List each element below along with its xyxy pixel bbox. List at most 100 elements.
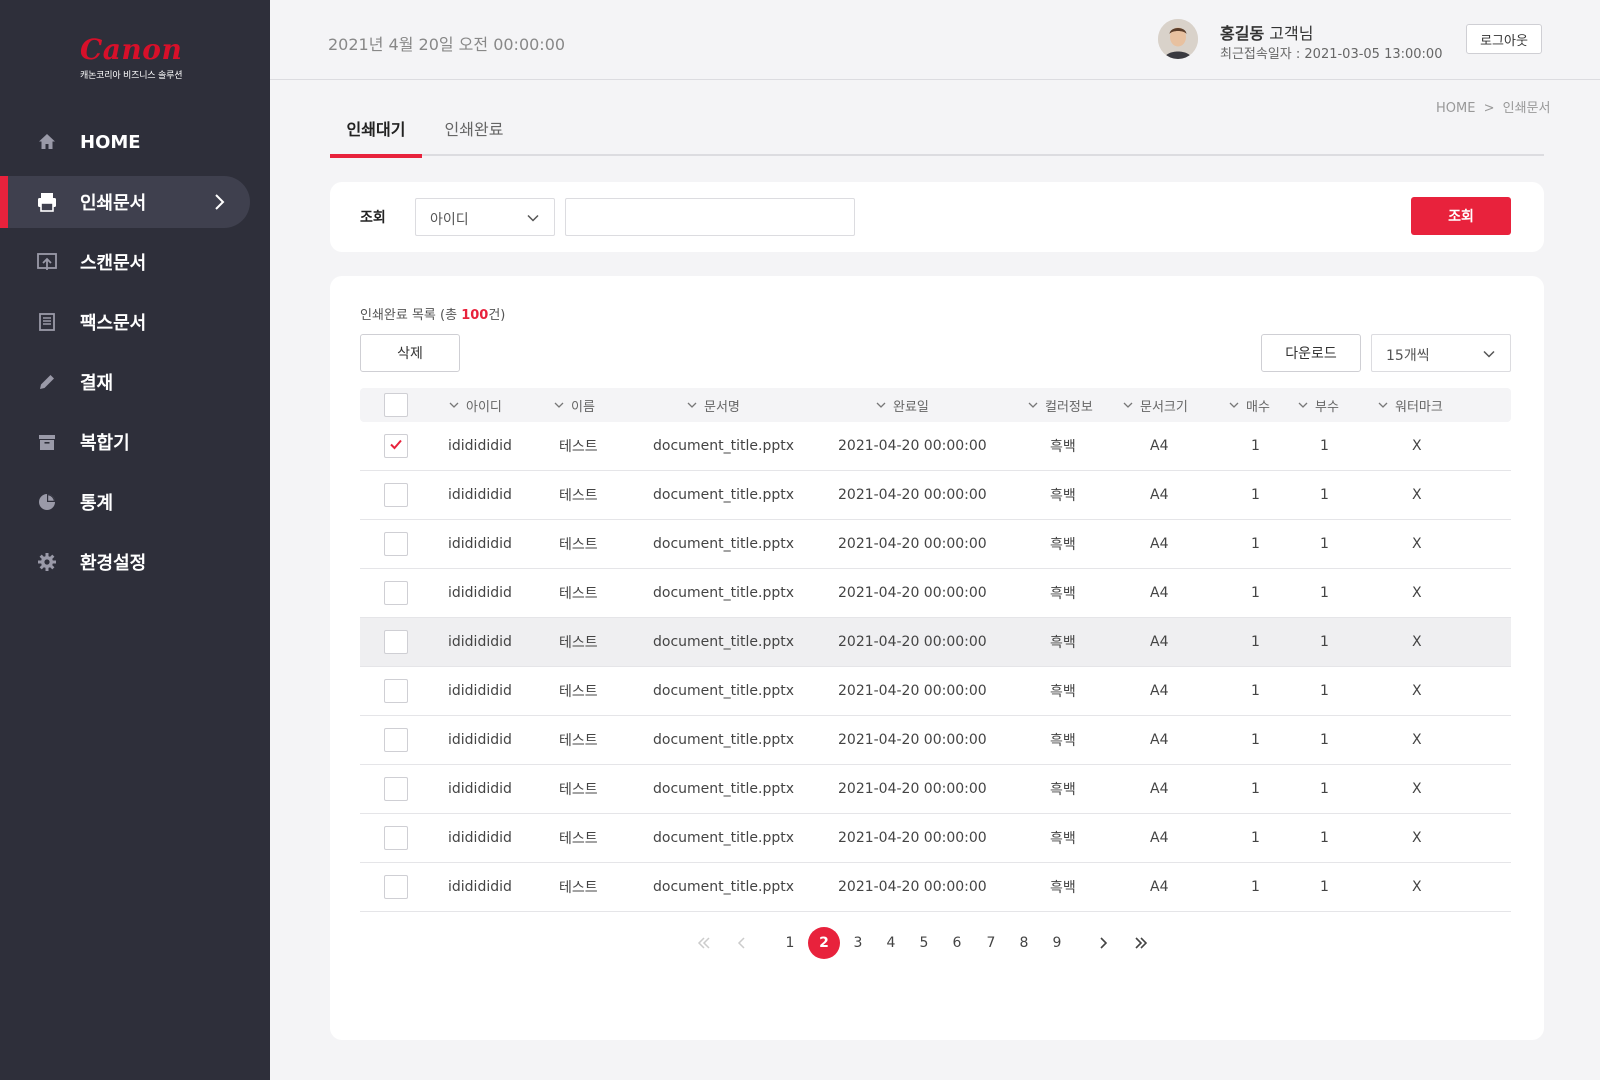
cell-copy-count: 1 [1320,438,1329,454]
cell-name: 테스트 [559,782,598,798]
table-row[interactable]: ididididid 테스트 document_title.pptx 2021-04-… [360,422,1511,471]
logout-button[interactable]: 로그아웃 [1466,24,1542,54]
tab-print-complete[interactable]: 인쇄완료 [438,106,510,156]
column-header-id[interactable]: 아이디 [448,388,502,422]
table-row[interactable]: ididididid 테스트 document_title.pptx 2021-04-… [360,618,1511,667]
cell-color-info: 흑백 [1050,733,1076,749]
sidebar: Canon 캐논코리아 비즈니스 솔루션 HOME 인쇄문서스캔문서팩스문서결재복… [0,0,270,1080]
cell-id: ididididid [448,781,512,797]
row-checkbox[interactable] [384,875,408,899]
cell-copy-count: 1 [1320,487,1329,503]
search-input[interactable] [565,198,855,236]
select-all-checkbox[interactable] [384,393,408,417]
row-checkbox[interactable] [384,483,408,507]
prev-page-icon[interactable] [732,926,752,960]
table-row[interactable]: ididididid 테스트 document_title.pptx 2021-04-… [360,765,1511,814]
cell-watermark: X [1412,879,1422,895]
table-row[interactable]: ididididid 테스트 document_title.pptx 2021-04-… [360,471,1511,520]
cell-watermark: X [1412,585,1422,601]
page-button[interactable]: 5 [914,926,934,960]
cell-completed-date: 2021-04-20 00:00:00 [838,879,987,895]
search-field-select[interactable]: 아이디 [415,198,555,236]
table-header: 아이디 이름 문서명 완료일 컬러정보 문서크기 매수 부수 워터마크 [360,388,1511,422]
cell-completed-date: 2021-04-20 00:00:00 [838,683,987,699]
cell-id: ididididid [448,879,512,895]
printer-icon [36,191,58,213]
cell-color-info: 흑백 [1050,488,1076,504]
cell-color-info: 흑백 [1050,586,1076,602]
page-button[interactable]: 8 [1014,926,1034,960]
table-row[interactable]: ididididid 테스트 document_title.pptx 2021-04-… [360,569,1511,618]
cell-document-size: A4 [1150,732,1169,748]
cell-document-size: A4 [1150,830,1169,846]
sidebar-item-label: 인쇄문서 [80,193,147,214]
logo-wordmark: Canon [80,33,183,66]
row-checkbox[interactable] [384,679,408,703]
row-checkbox[interactable] [384,532,408,556]
download-button[interactable]: 다운로드 [1261,334,1361,372]
cell-completed-date: 2021-04-20 00:00:00 [838,732,987,748]
sidebar-item-statistics[interactable]: 통계 [0,476,270,528]
cell-sheet-count: 1 [1251,487,1260,503]
sort-chevron-icon [1297,399,1309,411]
first-page-icon[interactable] [694,926,714,960]
column-header-sheet-count[interactable]: 매수 [1228,388,1270,422]
sidebar-item-home[interactable]: HOME [0,116,270,168]
sidebar-item-print-documents[interactable]: 인쇄문서 [0,176,250,228]
column-header-label: 매수 [1246,399,1270,415]
page-button[interactable]: 3 [848,926,868,960]
logo-subtitle: 캐논코리아 비즈니스 솔루션 [80,71,183,81]
user-avatar[interactable] [1158,19,1198,59]
page-button[interactable]: 1 [780,926,800,960]
row-checkbox[interactable] [384,728,408,752]
row-checkbox[interactable] [384,777,408,801]
column-header-color-info[interactable]: 컬러정보 [1027,388,1093,422]
search-button[interactable]: 조회 [1411,197,1511,235]
cell-document-size: A4 [1150,438,1169,454]
table-row[interactable]: ididididid 테스트 document_title.pptx 2021-04-… [360,814,1511,863]
column-header-label: 아이디 [466,399,502,415]
user-name: 홍길동 [1220,24,1265,43]
row-checkbox[interactable] [384,581,408,605]
cell-id: ididididid [448,487,512,503]
sidebar-item-approval[interactable]: 결재 [0,356,270,408]
cell-completed-date: 2021-04-20 00:00:00 [838,438,987,454]
cell-id: ididididid [448,732,512,748]
table-row[interactable]: ididididid 테스트 document_title.pptx 2021-04-… [360,716,1511,765]
row-checkbox[interactable] [384,630,408,654]
column-header-label: 부수 [1315,399,1339,415]
canon-logo[interactable]: Canon 캐논코리아 비즈니스 솔루션 [80,33,230,82]
column-header-document-size[interactable]: 문서크기 [1122,388,1188,422]
column-header-name[interactable]: 이름 [553,388,595,422]
column-header-watermark[interactable]: 워터마크 [1377,388,1443,422]
table-row[interactable]: ididididid 테스트 document_title.pptx 2021-04-… [360,520,1511,569]
column-header-completed-date[interactable]: 완료일 [875,388,929,422]
pie-chart-icon [36,491,58,513]
page-button[interactable]: 6 [947,926,967,960]
page-size-select[interactable]: 15개씩 [1371,334,1511,372]
sidebar-item-multifunction-device[interactable]: 복합기 [0,416,270,468]
row-checkbox[interactable] [384,826,408,850]
column-header-copy-count[interactable]: 부수 [1297,388,1339,422]
sidebar-item-scan-documents[interactable]: 스캔문서 [0,236,270,288]
page-button[interactable]: 9 [1047,926,1067,960]
sidebar-item-settings[interactable]: 환경설정 [0,536,270,588]
table-row[interactable]: ididididid 테스트 document_title.pptx 2021-04-… [360,667,1511,716]
sidebar-item-fax-documents[interactable]: 팩스문서 [0,296,270,348]
cell-watermark: X [1412,683,1422,699]
page-button-current[interactable]: 2 [808,927,840,959]
cell-name: 테스트 [559,488,598,504]
cell-copy-count: 1 [1320,830,1329,846]
column-header-document-name[interactable]: 문서명 [686,388,740,422]
delete-button[interactable]: 삭제 [360,334,460,372]
page-button[interactable]: 7 [981,926,1001,960]
column-header-label: 이름 [571,399,595,415]
row-checkbox[interactable] [384,434,408,458]
cell-sheet-count: 1 [1251,879,1260,895]
page-button[interactable]: 4 [881,926,901,960]
chevron-down-icon [526,211,540,229]
table-row[interactable]: ididididid 테스트 document_title.pptx 2021-04-… [360,863,1511,912]
last-page-icon[interactable] [1131,926,1151,960]
next-page-icon[interactable] [1093,926,1113,960]
tab-print-waiting[interactable]: 인쇄대기 [330,106,422,158]
